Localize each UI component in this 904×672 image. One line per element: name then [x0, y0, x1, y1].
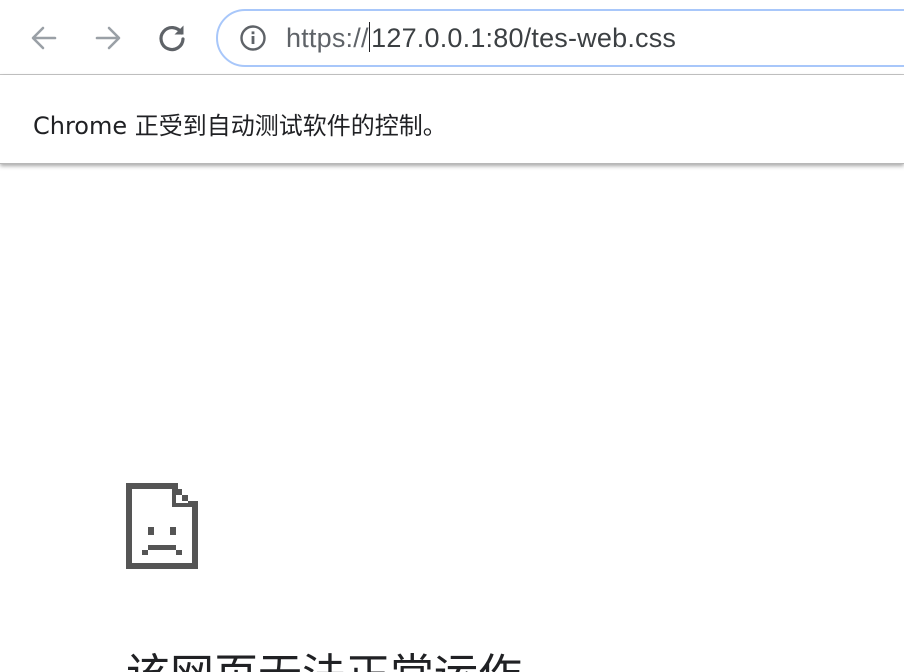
url-host-path: 127.0.0.1:80/tes-web.css — [371, 23, 677, 53]
text-caret — [368, 22, 371, 52]
url-text[interactable]: https://127.0.0.1:80/tes-web.css — [286, 22, 676, 54]
address-bar[interactable]: https://127.0.0.1:80/tes-web.css — [216, 9, 904, 67]
browser-window: https://127.0.0.1:80/tes-web.css Chrome … — [0, 0, 904, 672]
arrow-left-icon — [31, 26, 57, 50]
reload-button[interactable] — [150, 16, 194, 60]
reload-icon — [159, 25, 185, 52]
arrow-right-icon — [95, 26, 121, 50]
browser-toolbar: https://127.0.0.1:80/tes-web.css — [0, 0, 904, 75]
sad-page-icon — [126, 483, 198, 569]
back-button[interactable] — [22, 16, 66, 60]
infobar-message: Chrome 正受到自动测试软件的控制。 — [33, 112, 447, 140]
url-scheme: https:// — [286, 23, 369, 53]
error-heading: 该网页无法正常运作 — [126, 654, 522, 672]
forward-button[interactable] — [86, 16, 130, 60]
info-circle-icon[interactable] — [238, 23, 268, 53]
automation-infobar: Chrome 正受到自动测试软件的控制。 — [0, 75, 904, 164]
